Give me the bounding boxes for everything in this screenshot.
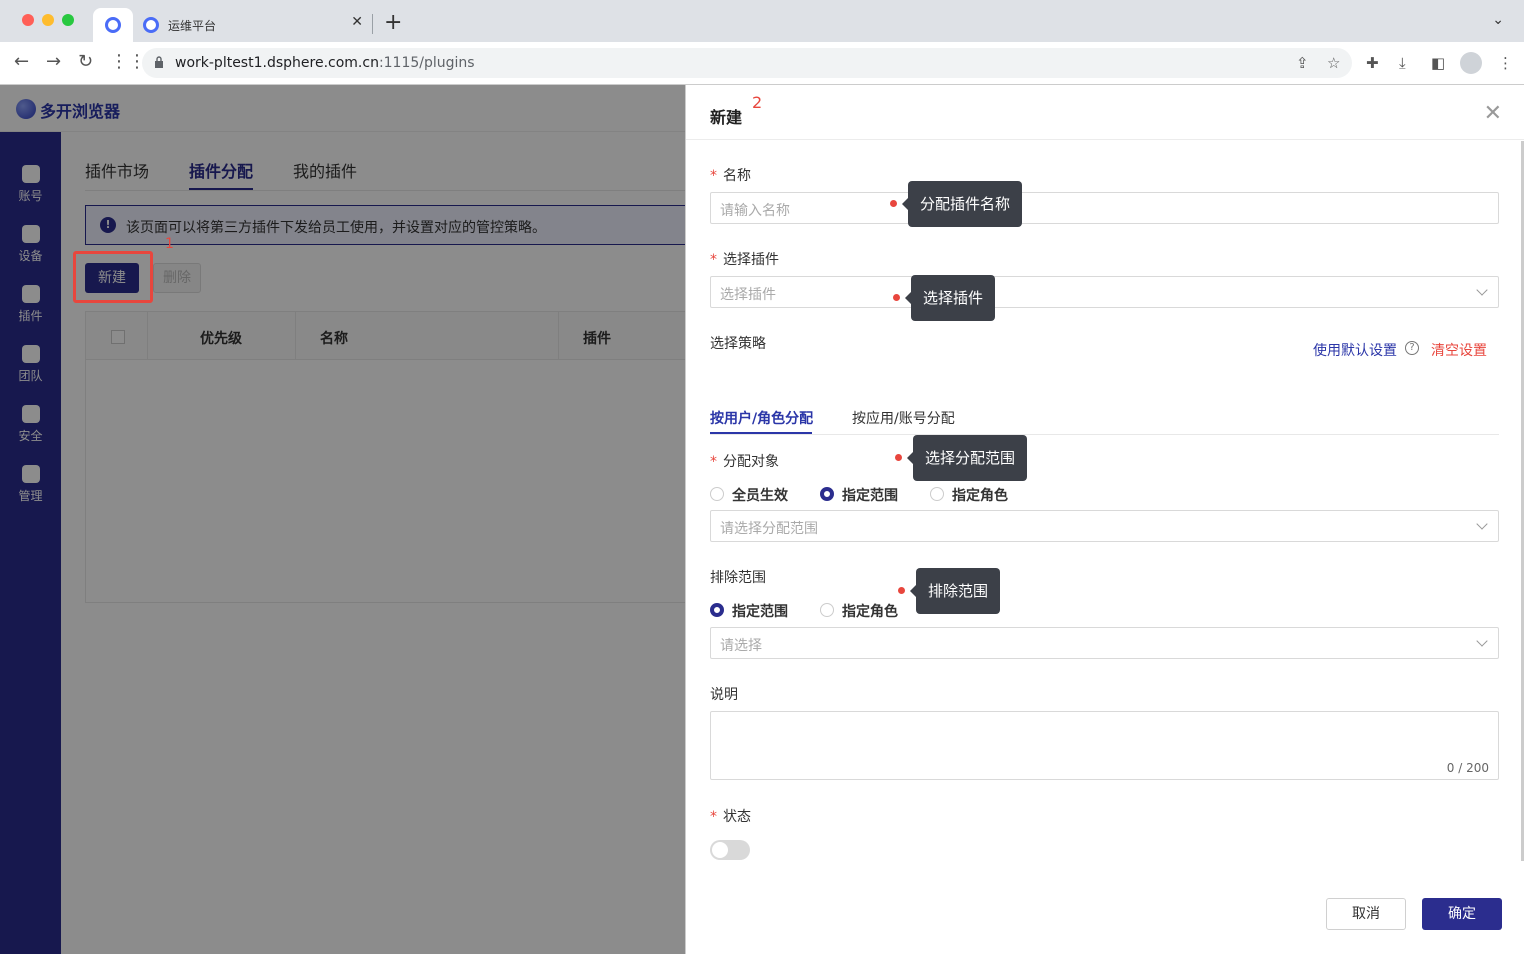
annotation-dot	[890, 200, 897, 207]
minimize-window-button[interactable]	[42, 14, 54, 26]
side-panel-icon[interactable]: ◧	[1431, 54, 1445, 72]
close-icon[interactable]: ✕	[1484, 101, 1502, 126]
description-textarea[interactable]: 0 / 200	[710, 711, 1499, 780]
step-2-marker: 2	[752, 93, 763, 112]
drawer-title: 新建	[710, 108, 743, 127]
share-icon[interactable]: ⇪	[1296, 54, 1309, 72]
new-tab-button[interactable]: +	[384, 10, 402, 36]
exclude-label: 排除范围	[710, 570, 766, 586]
annotation-tooltip-exclude: 排除范围	[909, 568, 1001, 614]
url-text: work-pltest1.dsphere.com.cn:1115/plugins	[175, 55, 475, 71]
address-bar[interactable]: work-pltest1.dsphere.com.cn:1115/plugins…	[142, 48, 1352, 78]
radio-label: 指定角色	[842, 604, 898, 620]
browser-tab[interactable]: 运维平台 ✕	[133, 8, 369, 42]
chevron-down-icon	[1476, 635, 1488, 647]
apps-grid-icon[interactable]: ⋮⋮	[110, 51, 146, 72]
step-highlight-box	[73, 251, 153, 303]
clear-settings-link[interactable]: 清空设置	[1431, 340, 1487, 360]
chevron-down-icon	[1476, 518, 1488, 530]
annotation-dot	[895, 454, 902, 461]
active-sub-tab-indicator	[710, 432, 812, 434]
forward-icon[interactable]: →	[46, 51, 61, 72]
radio-label: 全员生效	[732, 488, 788, 504]
radio-label: 指定范围	[732, 604, 788, 620]
annotation-dot	[893, 294, 900, 301]
radio-all-members[interactable]	[710, 487, 724, 501]
confirm-button[interactable]: 确定	[1422, 898, 1502, 930]
radio-label: 指定角色	[952, 488, 1008, 504]
back-icon[interactable]: ←	[14, 51, 29, 72]
policy-label: 选择策略	[710, 336, 766, 352]
status-toggle[interactable]	[710, 840, 750, 860]
site-favicon-icon	[143, 17, 159, 33]
tab-divider	[372, 14, 373, 34]
plugin-select[interactable]: 选择插件	[710, 276, 1499, 308]
plugin-label: * 选择插件	[710, 252, 779, 268]
name-label: * 名称	[710, 168, 751, 184]
browser-tab-pinned[interactable]	[93, 8, 133, 42]
annotation-tooltip-scope: 选择分配范围	[906, 435, 1028, 481]
lock-icon	[155, 56, 163, 68]
bookmark-star-icon[interactable]: ☆	[1327, 54, 1340, 72]
site-favicon-icon	[105, 17, 121, 33]
annotation-tooltip-plugin: 选择插件	[904, 275, 996, 321]
browser-tab-bar: 运维平台 ✕ + ⌄	[0, 0, 1524, 42]
close-window-button[interactable]	[22, 14, 34, 26]
download-icon[interactable]: ⤓	[1399, 54, 1406, 72]
help-icon[interactable]: ?	[1405, 341, 1419, 355]
profile-avatar[interactable]	[1460, 52, 1482, 74]
annotation-tooltip-name: 分配插件名称	[901, 181, 1023, 227]
tab-title: 运维平台	[168, 19, 217, 33]
toggle-knob	[712, 842, 728, 858]
tab-search-chevron-icon[interactable]: ⌄	[1492, 12, 1504, 28]
radio-specified-scope[interactable]	[820, 487, 834, 501]
target-scope-select[interactable]: 请选择分配范围	[710, 510, 1499, 542]
radio-exclude-scope[interactable]	[710, 603, 724, 617]
tab-close-icon[interactable]: ✕	[351, 14, 363, 30]
chevron-down-icon	[1476, 284, 1488, 296]
annotation-dot	[898, 587, 905, 594]
new-drawer: 新建 2 ✕ * 名称 请输入名称 * 选择插件 选择插件 选择策略 使用默认设置 …	[685, 85, 1524, 954]
exclude-select[interactable]: 请选择	[710, 627, 1499, 659]
name-input[interactable]: 请输入名称	[710, 192, 1499, 224]
radio-exclude-role[interactable]	[820, 603, 834, 617]
drawer-divider	[686, 139, 1524, 140]
name-placeholder: 请输入名称	[720, 203, 790, 219]
target-placeholder: 请选择分配范围	[720, 521, 818, 537]
description-label: 说明	[710, 687, 738, 703]
cancel-button[interactable]: 取消	[1326, 898, 1406, 930]
status-label: * 状态	[710, 809, 751, 825]
step-1-marker: 1	[165, 236, 174, 252]
target-label: * 分配对象	[710, 454, 779, 470]
exclude-placeholder: 请选择	[720, 638, 762, 654]
char-counter: 0 / 200	[1446, 761, 1489, 775]
sub-tabs-divider	[710, 434, 1499, 435]
maximize-window-button[interactable]	[62, 14, 74, 26]
reload-icon[interactable]: ↻	[78, 51, 93, 72]
radio-specified-role[interactable]	[930, 487, 944, 501]
browser-toolbar: ← → ↻ ⋮⋮ work-pltest1.dsphere.com.cn:111…	[0, 42, 1524, 85]
browser-menu-icon[interactable]: ⋮	[1498, 54, 1513, 72]
plugin-placeholder: 选择插件	[720, 287, 776, 303]
radio-label: 指定范围	[842, 488, 898, 504]
app-page: 多开浏览器 账号 设备 插件 团队 安全 管理 插件市场 插件分配 我的插件 !…	[0, 85, 1524, 954]
tab-by-user-role[interactable]: 按用户/角色分配	[710, 408, 813, 428]
use-default-link[interactable]: 使用默认设置	[1313, 340, 1397, 360]
tab-by-app-account[interactable]: 按应用/账号分配	[852, 408, 955, 428]
extensions-icon[interactable]: ✚	[1366, 54, 1379, 72]
